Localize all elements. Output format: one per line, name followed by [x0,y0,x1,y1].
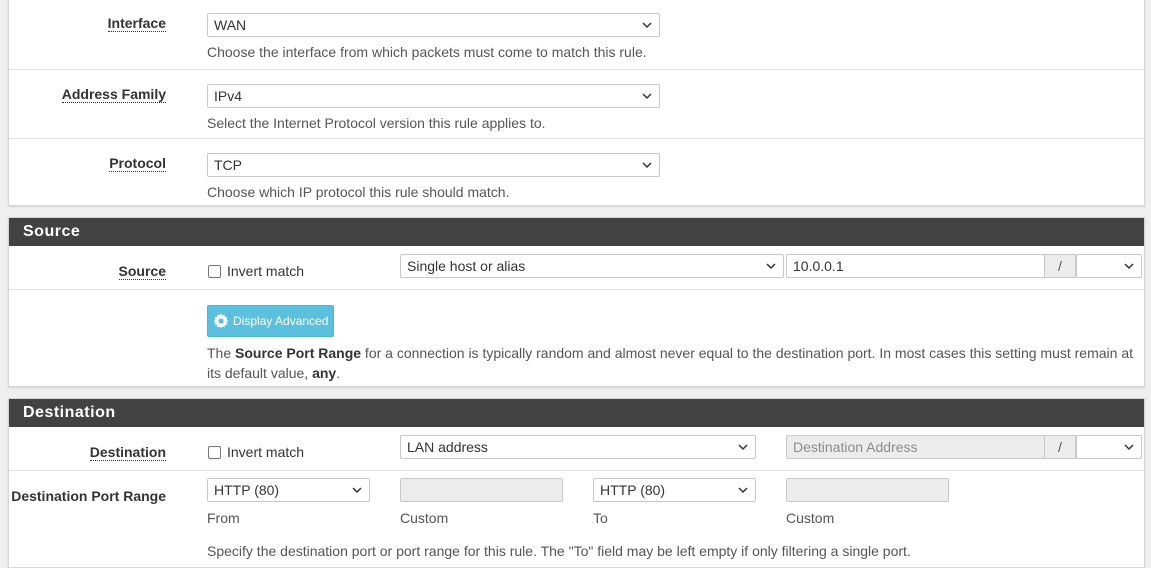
custom-from-input[interactable] [400,478,563,502]
chevron-down-icon [642,162,652,169]
address-family-label: Address Family [61,86,166,103]
custom-to-input[interactable] [786,478,949,502]
custom-to-label: Custom [786,510,835,526]
chevron-down-icon [1124,444,1134,451]
protocol-row: Protocol TCP Choose which IP protocol th… [9,138,1144,207]
destination-panel-title: Destination [9,399,1144,427]
source-slash: / [1044,254,1076,278]
chevron-down-icon [1124,263,1134,270]
protocol-help: Choose which IP protocol this rule shoul… [207,184,510,200]
destination-panel: Destination Destination Invert match LAN… [8,398,1145,568]
destination-slash: / [1044,435,1076,459]
port-to-label: To [593,510,608,526]
chevron-down-icon [642,93,652,100]
source-label: Source [118,263,166,280]
chevron-down-icon [766,263,776,270]
general-panel: Interface WAN Choose the interface from … [8,0,1145,206]
destination-mask-select[interactable] [1076,435,1142,459]
source-type-select[interactable]: Single host or alias [400,254,784,278]
source-address-input[interactable]: 10.0.0.1 [786,254,1045,278]
port-from-select[interactable]: HTTP (80) [207,478,370,502]
interface-row: Interface WAN Choose the interface from … [9,0,1144,69]
chevron-down-icon [738,487,748,494]
source-advanced-row: Display Advanced The Source Port Range f… [9,289,1144,386]
destination-row: Destination Invert match LAN address Des… [9,427,1144,470]
source-port-help: The Source Port Range for a connection i… [207,345,1133,381]
source-invert-label: Invert match [227,263,305,279]
source-row: Source Invert match Single host or alias… [9,246,1144,289]
port-to-select[interactable]: HTTP (80) [593,478,756,502]
display-advanced-button[interactable]: Display Advanced [207,305,335,337]
destination-port-help: Specify the destination port or port ran… [207,543,911,559]
protocol-select[interactable]: TCP [207,153,660,177]
protocol-label: Protocol [109,155,166,172]
port-from-label: From [207,510,240,526]
destination-label: Destination [89,444,166,461]
destination-port-row: Destination Port Range HTTP (80) From Cu… [9,470,1144,567]
chevron-down-icon [738,444,748,451]
destination-type-select[interactable]: LAN address [400,435,756,459]
gear-icon [213,313,229,329]
destination-address-input[interactable]: Destination Address [786,435,1045,459]
address-family-row: Address Family IPv4 Select the Internet … [9,69,1144,138]
address-family-help: Select the Internet Protocol version thi… [207,115,546,131]
interface-label: Interface [107,15,166,32]
destination-invert-label: Invert match [227,444,305,460]
source-panel-title: Source [9,218,1144,246]
address-family-select[interactable]: IPv4 [207,84,660,108]
display-advanced-label: Display Advanced [233,314,329,328]
chevron-down-icon [352,487,362,494]
source-panel: Source Source Invert match Single host o… [8,217,1145,387]
interface-select[interactable]: WAN [207,13,660,37]
source-invert-checkbox[interactable] [208,265,221,278]
destination-invert-checkbox[interactable] [208,446,221,459]
interface-help: Choose the interface from which packets … [207,44,647,60]
destination-port-range-label: Destination Port Range [11,488,166,504]
source-mask-select[interactable] [1076,254,1142,278]
chevron-down-icon [642,22,652,29]
custom-from-label: Custom [400,510,449,526]
